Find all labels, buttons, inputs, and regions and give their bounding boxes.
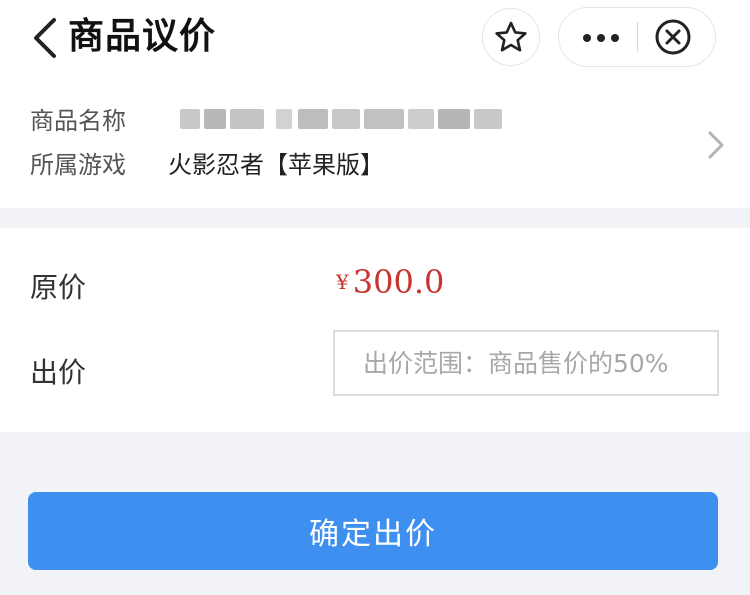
confirm-bid-button[interactable]: 确定出价 (28, 492, 718, 570)
product-name-label: 商品名称 (30, 107, 126, 135)
close-circle-icon (655, 19, 691, 55)
bid-label: 出价 (30, 356, 87, 389)
top-navigation-bar: 商品议价 (0, 0, 750, 78)
offer-form: 原价 ¥300.0 出价 (0, 228, 750, 432)
game-label: 所属游戏 (30, 151, 126, 179)
close-button[interactable] (639, 8, 715, 66)
game-value: 火影忍者【苹果版】 (168, 151, 384, 179)
product-name-blurred (180, 104, 510, 134)
bid-input[interactable] (333, 330, 719, 396)
capsule-divider (637, 22, 638, 52)
product-info-card[interactable]: 商品名称 所属游戏 火影忍者【苹果版】 (0, 78, 750, 208)
original-price: ¥300.0 (336, 260, 444, 310)
chevron-left-icon (34, 18, 56, 58)
more-button[interactable] (559, 8, 637, 66)
mini-program-capsule (558, 7, 716, 67)
favorite-button[interactable] (482, 8, 540, 66)
star-icon (495, 21, 527, 52)
back-button[interactable] (30, 14, 62, 62)
page-title: 商品议价 (68, 16, 217, 57)
currency-symbol: ¥ (336, 270, 349, 294)
original-price-value: 300.0 (352, 263, 445, 301)
original-price-label: 原价 (30, 271, 87, 304)
chevron-right-icon (708, 131, 724, 159)
